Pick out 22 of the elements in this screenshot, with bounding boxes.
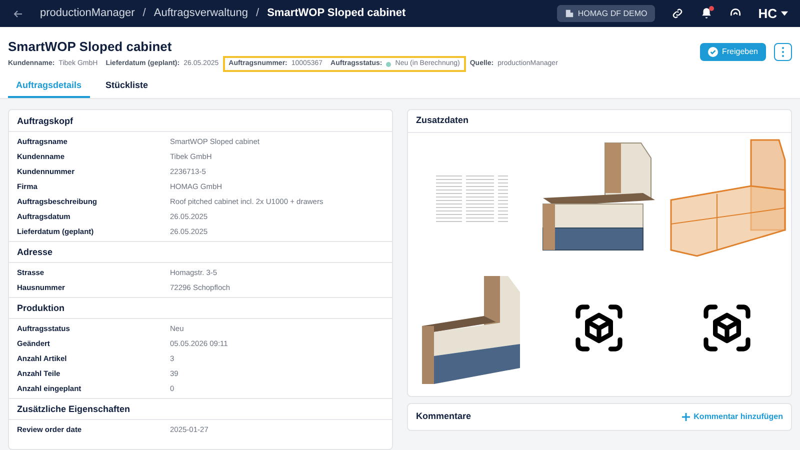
section-title: Zusatzdaten [408, 110, 791, 133]
user-menu[interactable]: HC [758, 7, 788, 20]
section-title: Auftragskopf [9, 110, 392, 132]
section-title: Produktion [9, 297, 392, 319]
breadcrumb-separator: / [142, 6, 146, 22]
plus-icon [682, 413, 690, 421]
section-title: Zusätzliche Eigenschaften [9, 398, 392, 420]
breadcrumb-separator: / [256, 6, 260, 22]
building-icon [564, 9, 574, 18]
check-badge-icon [708, 47, 718, 57]
breadcrumb-link[interactable]: Auftragsverwaltung [154, 5, 248, 22]
tenant-badge[interactable]: HOMAG DF DEMO [556, 5, 656, 22]
tab[interactable]: Stückliste [98, 74, 156, 98]
link-icon[interactable] [671, 7, 684, 20]
section-title: Adresse [9, 241, 392, 263]
more-button[interactable] [774, 43, 792, 61]
back-arrow-icon[interactable] [12, 8, 24, 20]
caret-icon [781, 11, 788, 16]
bell-icon[interactable] [700, 7, 714, 20]
breadcrumb-link[interactable]: productionManager [40, 5, 135, 22]
page-title: SmartWOP Sloped cabinet [8, 39, 173, 55]
section-title: Kommentare [416, 410, 472, 424]
